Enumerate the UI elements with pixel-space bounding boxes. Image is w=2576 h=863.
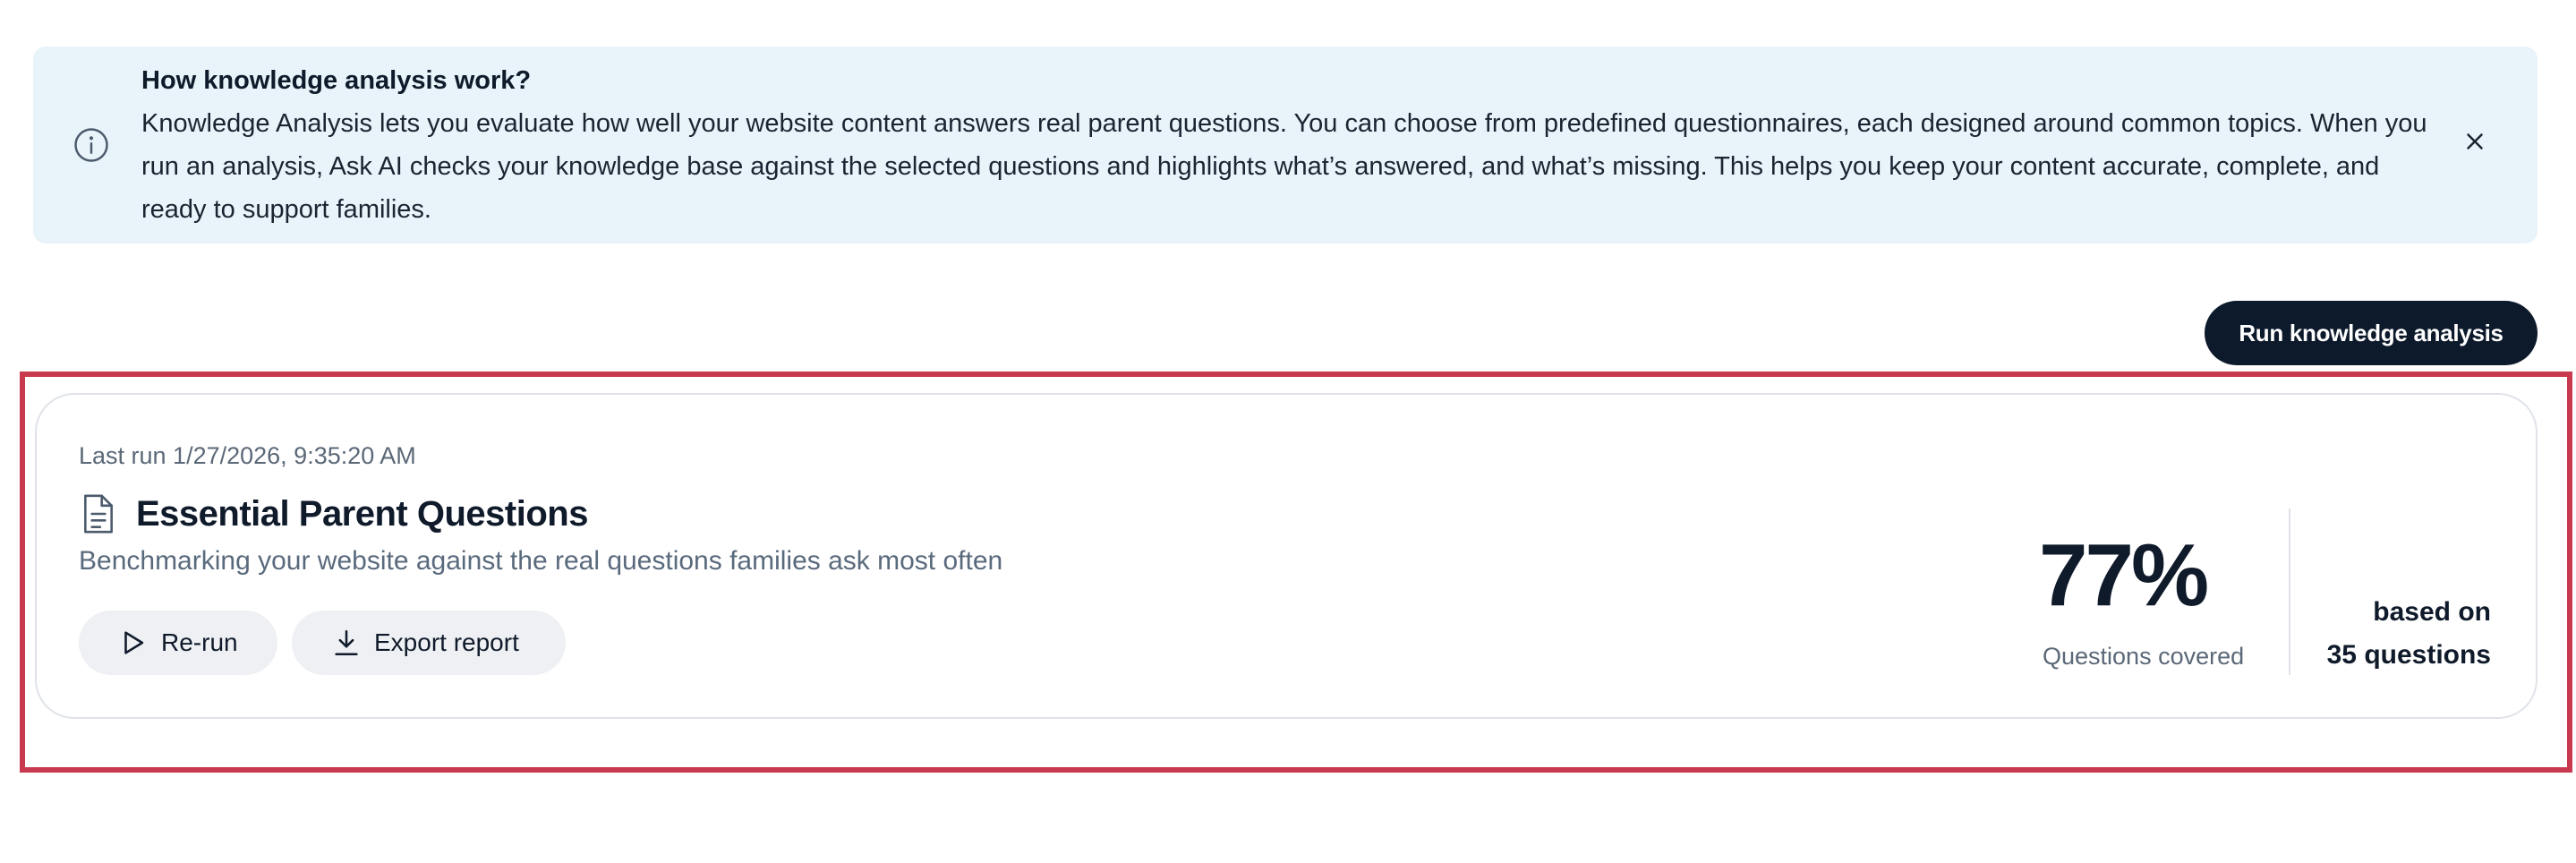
export-report-button[interactable]: Export report — [292, 611, 566, 675]
stat-divider — [2289, 508, 2290, 675]
coverage-label: Questions covered — [2043, 643, 2245, 670]
export-label: Export report — [374, 628, 519, 656]
play-icon — [124, 631, 144, 654]
questionnaire-subtitle: Benchmarking your website against the re… — [79, 546, 1003, 576]
questionnaire-title: Essential Parent Questions — [136, 494, 588, 534]
info-icon — [74, 128, 108, 162]
question-count: based on 35 questions — [2327, 591, 2491, 677]
rerun-button[interactable]: Re-run — [79, 611, 277, 675]
banner-description: Knowledge Analysis lets you evaluate how… — [141, 109, 2427, 224]
banner-content: How knowledge analysis work? Knowledge A… — [141, 64, 2433, 231]
question-count-value: 35 questions — [2326, 640, 2491, 670]
close-icon[interactable] — [2461, 128, 2488, 155]
coverage-percent: 77% — [2039, 525, 2209, 624]
run-knowledge-analysis-button[interactable]: Run knowledge analysis — [2205, 301, 2538, 365]
banner-title: How knowledge analysis work? — [141, 66, 532, 95]
rerun-label: Re-run — [161, 628, 238, 656]
last-run-timestamp: Last run 1/27/2026, 9:35:20 AM — [79, 442, 416, 469]
document-icon — [84, 494, 113, 534]
based-on-label: based on — [2373, 597, 2491, 627]
download-icon — [335, 629, 358, 656]
